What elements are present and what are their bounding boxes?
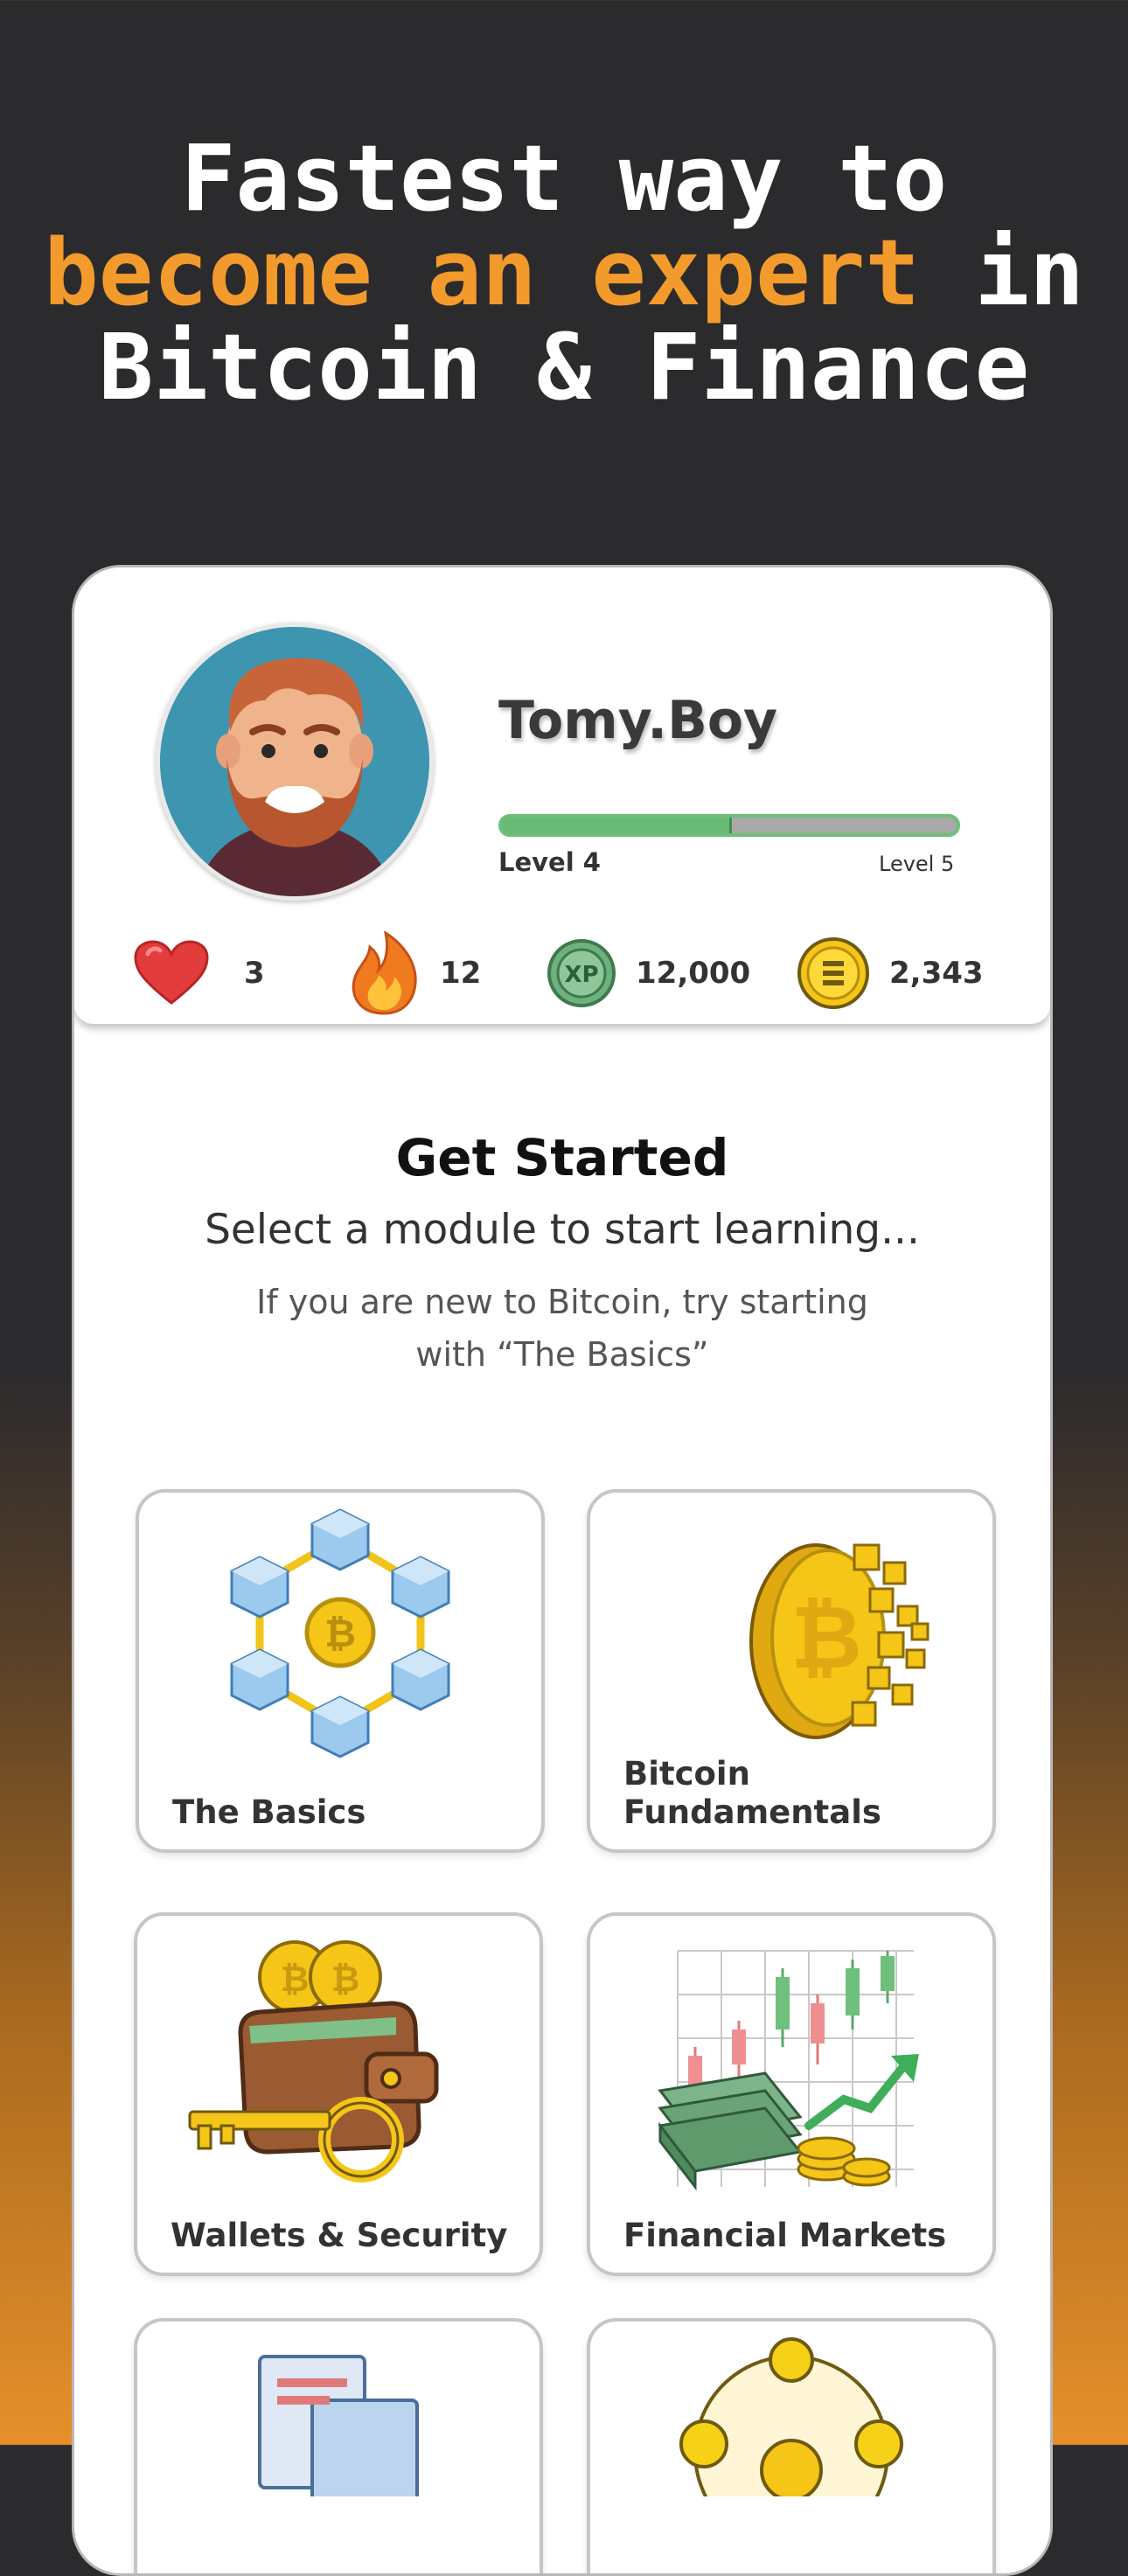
svg-text:₿: ₿ [790, 1586, 862, 1688]
hearts-stat[interactable]: 3 [134, 935, 265, 1012]
xp-token-icon: XP [547, 939, 616, 1007]
bitcoin-coin-icon: ₿ [749, 1543, 930, 1739]
module-tile-financial-markets[interactable]: Financial Markets [587, 1912, 996, 2276]
headline-line-2: become an expert in [0, 226, 1128, 320]
intro-hint: If you are new to Bitcoin, try starting … [256, 1283, 868, 1374]
wallet-key-icon: ₿ ₿ [188, 1940, 439, 2183]
avatar[interactable] [156, 623, 434, 901]
candlestick-chart-icon [658, 1950, 919, 2191]
headline-line-2-suffix: in [919, 219, 1084, 326]
streak-stat[interactable]: 12 [347, 931, 482, 1015]
coin-icon [797, 937, 869, 1009]
svg-text:₿: ₿ [324, 1612, 356, 1656]
module-label: The Basics [172, 1793, 366, 1831]
profile-header: Tomy.Boy Level 4 Level 5 3 12 XP 12,000 … [74, 567, 1050, 1024]
next-level-label: Level 5 [879, 852, 955, 876]
svg-text:₿: ₿ [281, 1960, 310, 2000]
app-screen-card: Tomy.Boy Level 4 Level 5 3 12 XP 12,000 … [72, 565, 1053, 2576]
blockchain-hexagon-icon: ₿ [230, 1508, 450, 1758]
coins-stat[interactable]: 2,343 [797, 935, 984, 1012]
intro-section: Get Started Select a module to start lea… [74, 1127, 1050, 1381]
page-subtitle: Select a module to start learning... [205, 1206, 920, 1254]
svg-text:₿: ₿ [331, 1960, 360, 2000]
module-tile-6[interactable] [587, 2318, 996, 2573]
bearded-man-avatar-icon [160, 627, 429, 896]
hearts-count: 3 [244, 956, 265, 991]
documents-icon [258, 2355, 419, 2496]
module-label: Bitcoin Fundamentals [623, 1755, 881, 1831]
level-progress-bar [498, 814, 960, 837]
module-tile-the-basics[interactable]: ₿ The Basics [136, 1489, 545, 1853]
headline-line-3: Bitcoin & Finance [98, 314, 1030, 421]
headline: Fastest way to become an expert in Bitco… [0, 131, 1128, 414]
module-label: Financial Markets [623, 2217, 947, 2254]
coins-count: 2,343 [889, 956, 984, 991]
flame-icon [352, 931, 417, 1015]
heart-icon [134, 940, 209, 1005]
module-label: Wallets & Security [171, 2217, 508, 2254]
xp-stat[interactable]: XP 12,000 [547, 935, 750, 1012]
module-tile-5[interactable] [134, 2318, 543, 2573]
module-tile-wallets-security[interactable]: ₿ ₿ Wallets & Security [134, 1912, 543, 2276]
headline-highlight: become an expert [44, 219, 920, 326]
headline-line-1: Fastest way to [180, 125, 948, 232]
svg-text:XP: XP [564, 962, 598, 988]
current-level-label: Level 4 [498, 847, 601, 877]
level-progress-fill [502, 818, 732, 833]
username: Tomy.Boy [498, 690, 778, 751]
network-icon [679, 2337, 903, 2496]
page-title: Get Started [395, 1128, 729, 1187]
streak-count: 12 [440, 956, 482, 991]
xp-count: 12,000 [636, 956, 751, 991]
module-tile-bitcoin-fundamentals[interactable]: ₿ Bitcoin Fundamentals [587, 1489, 996, 1853]
